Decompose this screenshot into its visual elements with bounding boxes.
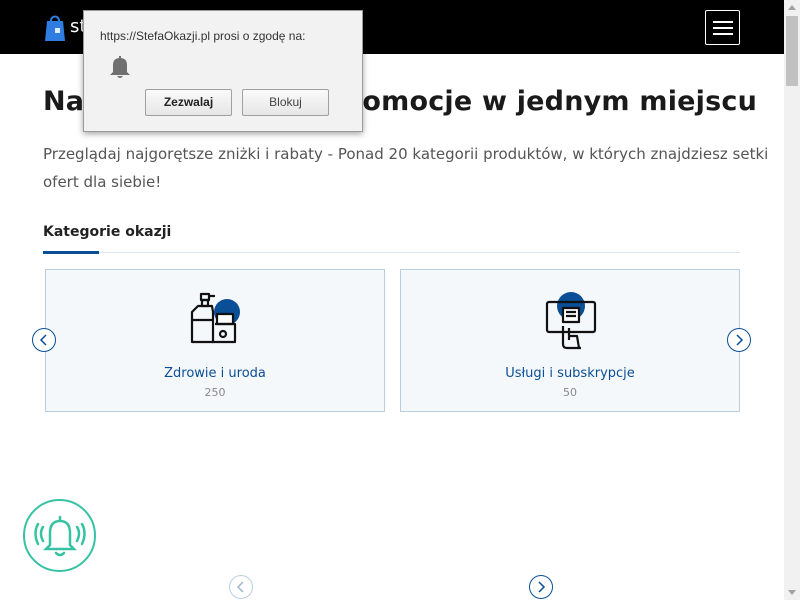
notification-bell-widget[interactable]: [23, 499, 96, 572]
section-title: Kategorie okazji: [43, 224, 172, 240]
scroll-up-arrow[interactable]: [784, 0, 800, 16]
page-scrollbar[interactable]: [784, 0, 800, 600]
chevron-left-icon: [39, 334, 47, 346]
section-divider: [43, 252, 740, 253]
allow-button[interactable]: Zezwalaj: [145, 89, 232, 116]
page: st Najlepsze okazje i promocje w jednym …: [0, 0, 800, 600]
page-description: Przeglądaj najgorętsze zniżki i rabaty -…: [43, 145, 769, 191]
carousel-next-button[interactable]: [727, 328, 751, 352]
cosmetics-icon: [190, 292, 240, 344]
category-title[interactable]: Usługi i subskrypcje: [401, 366, 739, 381]
category-count: 250: [204, 386, 226, 399]
category-count: 50: [563, 386, 577, 399]
hamburger-line: [713, 27, 733, 29]
scroll-thumb[interactable]: [786, 16, 798, 86]
hamburger-line: [713, 33, 733, 35]
bell-icon: [110, 56, 130, 78]
shopping-bag-logo-icon[interactable]: [43, 12, 67, 42]
permission-request-text: https://StefaOkazji.pl prosi o zgodę na:: [100, 29, 306, 43]
scroll-down-arrow[interactable]: [784, 584, 800, 600]
chevron-right-icon: [736, 334, 744, 346]
carousel-next-button-2[interactable]: [529, 575, 553, 599]
block-button[interactable]: Blokuj: [242, 89, 329, 116]
category-title[interactable]: Zdrowie i uroda: [46, 366, 384, 381]
hamburger-menu-button[interactable]: [705, 10, 740, 45]
hamburger-line: [713, 21, 733, 23]
category-card-services-subscriptions[interactable]: Usługi i subskrypcje 50: [400, 269, 740, 412]
category-card-health-beauty[interactable]: Zdrowie i uroda 250: [45, 269, 385, 412]
chevron-left-icon: [236, 581, 244, 593]
section-underline: [43, 251, 99, 254]
subscription-icon: [545, 292, 597, 350]
chevron-right-icon: [538, 581, 546, 593]
notification-permission-popup: https://StefaOkazji.pl prosi o zgodę na:…: [83, 10, 363, 132]
ringing-bell-icon: [34, 515, 86, 557]
carousel-prev-button[interactable]: [32, 328, 56, 352]
carousel-prev-button-2[interactable]: [229, 575, 253, 599]
